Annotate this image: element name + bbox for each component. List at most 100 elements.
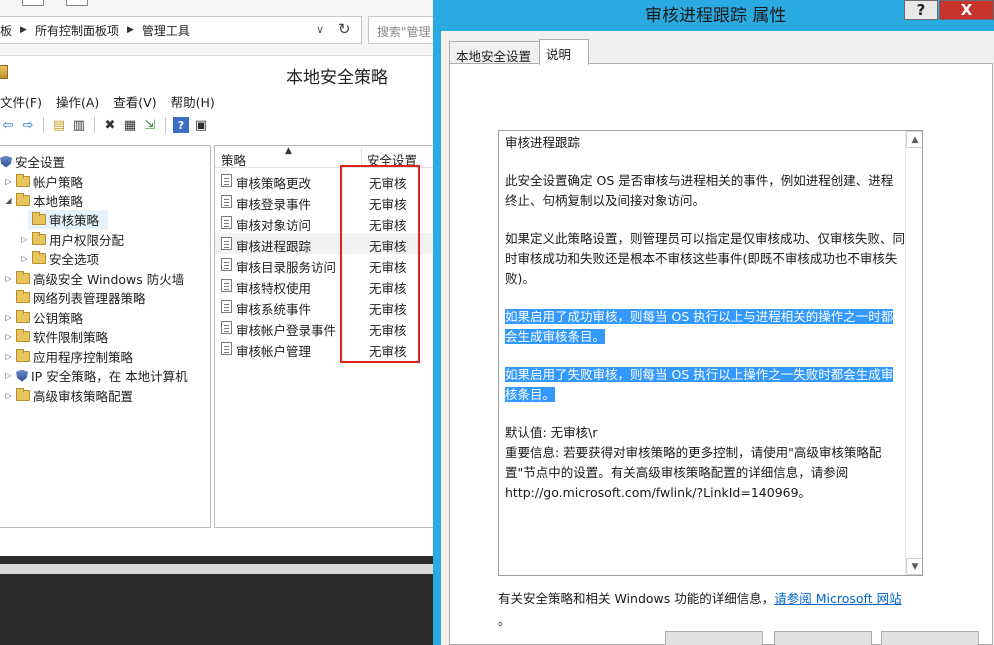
expand-arrow-icon[interactable]: ▷: [4, 352, 13, 361]
tree-item-ip-security[interactable]: ▷ IP 安全策略，在 本地计算机: [4, 366, 187, 385]
explain-paragraph-selected: 如果启用了失败审核，则每当 OS 执行以上操作之一失败时都会生成审核条目。: [505, 365, 905, 405]
footer-info: 有关安全策略和相关 Windows 功能的详细信息，请参阅 Microsoft …: [498, 588, 958, 632]
explain-text: 审核进程跟踪 此安全设置确定 OS 是否审核与进程相关的事件，例如进程创建、进程…: [505, 133, 905, 503]
delete-icon[interactable]: ✖: [102, 117, 118, 133]
policy-row[interactable]: 审核策略更改 无审核: [215, 170, 433, 191]
toolbar-divider: [94, 117, 95, 133]
column-header-setting[interactable]: 安全设置: [367, 150, 417, 169]
tree-item-security-options[interactable]: ▷ 安全选项: [20, 249, 99, 268]
tree-item-security-settings[interactable]: 安全设置: [0, 152, 65, 171]
tree-item-user-rights[interactable]: ▷ 用户权限分配: [20, 230, 124, 249]
window-title: 本地安全策略: [286, 68, 388, 88]
dialog-titlebar[interactable]: 审核进程跟踪 属性 ? X: [433, 0, 994, 30]
properties-dialog: 审核进程跟踪 属性 ? X 本地安全设置 说明 审核进程跟踪 此安全设置确定 O…: [433, 0, 994, 645]
up-folder-icon[interactable]: ▤: [51, 117, 67, 133]
list-header: 策略 ▲ 安全设置: [215, 146, 433, 169]
explain-paragraph: 如果定义此策略设置，则管理员可以指定是仅审核成功、仅审核失败、同时审核成功和失败…: [505, 231, 906, 286]
policy-row[interactable]: 审核登录事件 无审核: [215, 191, 433, 212]
show-hide-tree-icon[interactable]: ▥: [71, 117, 87, 133]
tree-item-public-key[interactable]: ▷ 公钥策略: [4, 308, 83, 327]
tab-local-security-setting[interactable]: 本地安全设置: [449, 41, 543, 64]
menu-bar: 文件(F) 操作(A) 查看(V) 帮助(H): [0, 92, 434, 112]
tree-item-label: 帐户策略: [33, 175, 84, 190]
refresh-icon[interactable]: ↻: [338, 20, 351, 38]
scroll-down-icon[interactable]: ▼: [906, 558, 922, 575]
expand-arrow-icon[interactable]: ▷: [4, 177, 13, 186]
breadcrumb-item[interactable]: 管理工具: [138, 22, 194, 39]
footer-text: 有关安全策略和相关 Windows 功能的详细信息，: [498, 591, 775, 606]
column-header-policy[interactable]: 策略: [221, 150, 246, 169]
policy-icon: [221, 216, 232, 229]
column-divider[interactable]: [361, 148, 362, 166]
policy-row[interactable]: 审核帐户管理 无审核: [215, 338, 433, 359]
local-security-policy-window: 本地安全策略 文件(F) 操作(A) 查看(V) 帮助(H) ⇦ ⇨ ▤ ▥ ✖…: [0, 56, 434, 556]
breadcrumb-item[interactable]: 板: [0, 22, 16, 39]
expand-arrow-icon[interactable]: ▷: [4, 371, 13, 380]
chevron-down-icon[interactable]: ∨: [316, 23, 324, 36]
expand-arrow-icon[interactable]: ▷: [20, 254, 29, 263]
tree-item-account-policies[interactable]: ▷ 帐户策略: [4, 172, 83, 191]
policy-setting: 无审核: [369, 302, 407, 317]
tree-item-firewall[interactable]: ▷ 高级安全 Windows 防火墙: [4, 269, 184, 288]
tree-item-label: 本地策略: [33, 194, 84, 209]
help-button[interactable]: ?: [904, 0, 938, 20]
tree-item-audit-policy[interactable]: 审核策略: [28, 210, 108, 229]
policy-name: 审核系统事件: [236, 302, 312, 317]
address-bar[interactable]: 板 ▶ 所有控制面板项 ▶ 管理工具 ∨ ↻: [0, 16, 362, 44]
menu-help[interactable]: 帮助(H): [171, 92, 215, 112]
selected-text: 如果启用了失败审核，则每当 OS 执行以上操作之一失败时都会生成审核条目。: [505, 367, 894, 402]
folder-icon: [32, 232, 46, 245]
tree-item-local-policies[interactable]: ◢ 本地策略: [4, 191, 83, 210]
menu-view[interactable]: 查看(V): [113, 92, 156, 112]
forward-icon[interactable]: ⇨: [20, 117, 36, 133]
policy-name: 审核进程跟踪: [236, 239, 312, 254]
tree-item-advanced-audit[interactable]: ▷ 高级审核策略配置: [4, 386, 133, 405]
tree-pane: 安全设置 ▷ 帐户策略 ◢ 本地策略 审核策略 ▷ 用户权限分配 ▷ 安全选项 …: [0, 145, 211, 528]
tab-explain[interactable]: 说明: [539, 39, 589, 65]
export-list-icon[interactable]: ⇲: [142, 117, 158, 133]
menu-action[interactable]: 操作(A): [56, 92, 99, 112]
breadcrumb-item[interactable]: 所有控制面板项: [31, 22, 123, 39]
policy-row[interactable]: 审核特权使用 无审核: [215, 275, 433, 296]
policy-icon: [221, 321, 232, 334]
policy-row[interactable]: 审核目录服务访问 无审核: [215, 254, 433, 275]
policy-icon: [221, 300, 232, 313]
folder-icon: [16, 174, 30, 187]
tree-item-app-control[interactable]: ▷ 应用程序控制策略: [4, 347, 133, 366]
microsoft-website-link[interactable]: 请参阅 Microsoft 网站: [774, 591, 901, 606]
scroll-up-icon[interactable]: ▲: [906, 131, 922, 148]
mmc-view-icon[interactable]: ▣: [193, 117, 209, 133]
tree-item-label: 安全选项: [49, 252, 100, 267]
folder-icon: [16, 290, 30, 303]
expand-arrow-icon[interactable]: ▷: [4, 332, 13, 341]
collapse-arrow-icon[interactable]: ◢: [4, 196, 13, 205]
explain-text-box[interactable]: 审核进程跟踪 此安全设置确定 OS 是否审核与进程相关的事件，例如进程创建、进程…: [498, 130, 923, 576]
properties-icon[interactable]: ▦: [122, 117, 138, 133]
window-titlebar: 本地安全策略: [0, 56, 434, 90]
cancel-button[interactable]: [774, 631, 872, 645]
expand-arrow-icon[interactable]: ▷: [4, 313, 13, 322]
tab-panel-explain: 审核进程跟踪 此安全设置确定 OS 是否审核与进程相关的事件，例如进程创建、进程…: [449, 63, 993, 645]
ok-button[interactable]: [665, 631, 763, 645]
policy-row[interactable]: 审核系统事件 无审核: [215, 296, 433, 317]
help-icon[interactable]: ?: [173, 117, 189, 133]
tree-item-software-restriction[interactable]: ▷ 软件限制策略: [4, 327, 108, 346]
policy-row[interactable]: 审核帐户登录事件 无审核: [215, 317, 433, 338]
shield-icon: [16, 369, 28, 382]
chevron-right-icon[interactable]: ▶: [16, 25, 31, 35]
expand-arrow-icon[interactable]: ▷: [4, 274, 13, 283]
menu-file[interactable]: 文件(F): [0, 92, 42, 112]
tree-item-network-list[interactable]: 网络列表管理器策略: [16, 288, 146, 307]
expand-arrow-icon[interactable]: ▷: [20, 235, 29, 244]
policy-row[interactable]: 审核对象访问 无审核: [215, 212, 433, 233]
explorer-address-strip: 板 ▶ 所有控制面板项 ▶ 管理工具 ∨ ↻ 搜索"管理: [0, 0, 434, 56]
policy-row-selected[interactable]: 审核进程跟踪 无审核: [215, 233, 433, 254]
search-input[interactable]: 搜索"管理: [368, 16, 434, 44]
expand-arrow-icon[interactable]: ▷: [4, 391, 13, 400]
back-icon[interactable]: ⇦: [0, 117, 16, 133]
vertical-scrollbar[interactable]: ▲ ▼: [905, 131, 922, 575]
apply-button[interactable]: [881, 631, 979, 645]
policy-icon: [221, 279, 232, 292]
close-button[interactable]: X: [939, 0, 994, 20]
chevron-right-icon[interactable]: ▶: [123, 25, 138, 35]
